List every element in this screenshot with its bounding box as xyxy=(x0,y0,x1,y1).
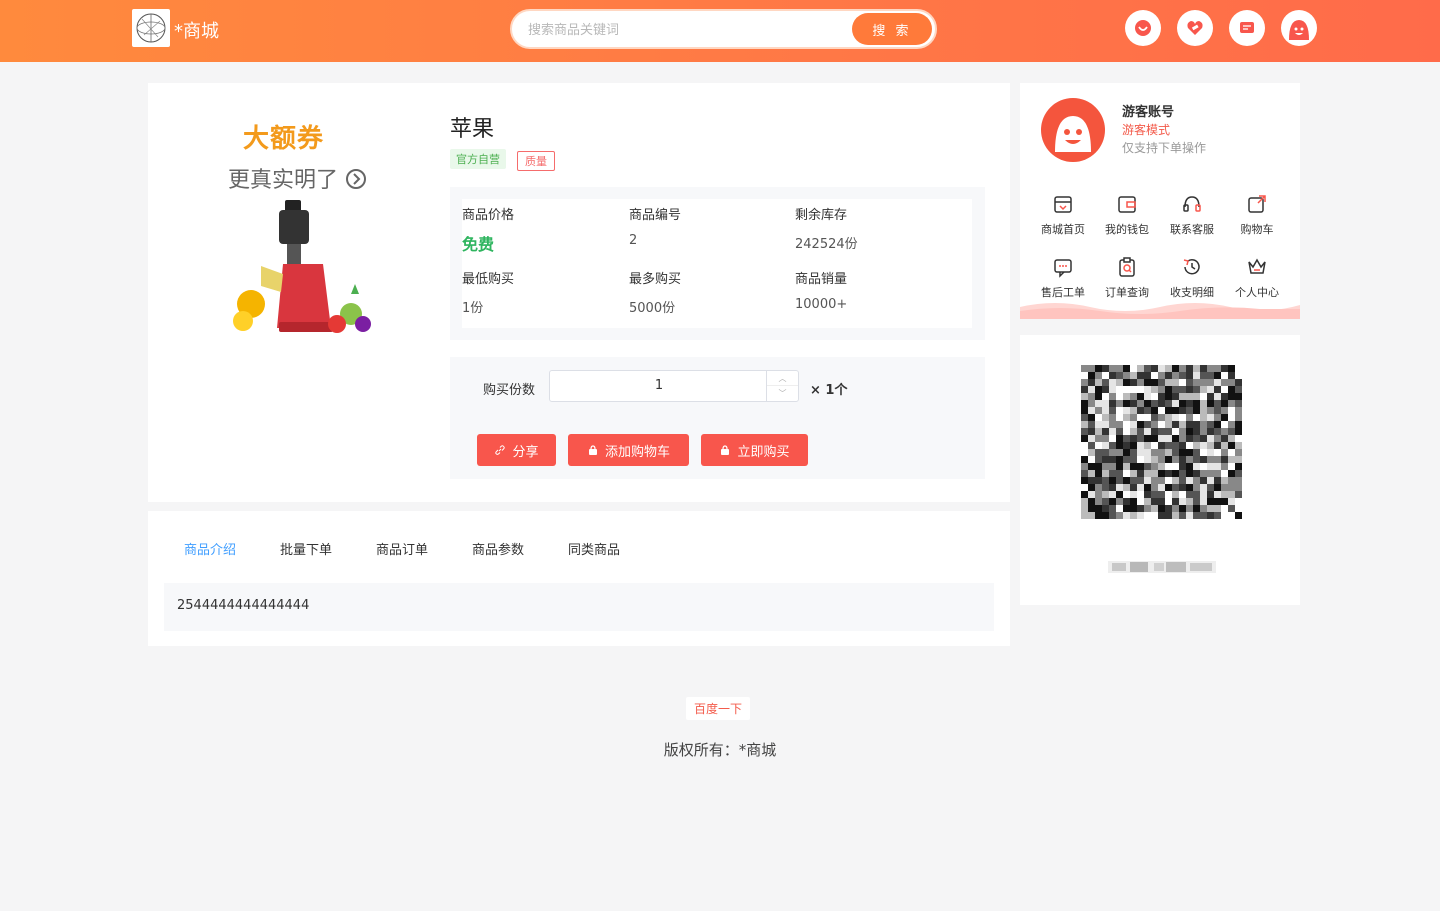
history-icon xyxy=(1183,259,1200,275)
tab-content-text: 2544444444444444 xyxy=(177,598,310,613)
user-avatar-icon[interactable] xyxy=(1281,10,1317,46)
search-bar: 搜 索 xyxy=(510,9,937,49)
menu-label: 收支明细 xyxy=(1170,286,1214,299)
quantity-value[interactable]: 1 xyxy=(550,378,768,393)
menu-support[interactable]: 联系客服 xyxy=(1160,193,1224,243)
quantity-controls: ︿ ﹀ xyxy=(766,371,798,401)
user-name: 游客账号 xyxy=(1122,105,1175,120)
quantity-label: 购买份数 xyxy=(483,383,536,398)
qr-code-image xyxy=(1081,365,1242,519)
user-mode: 游客模式 xyxy=(1122,123,1171,137)
avatar xyxy=(1041,98,1105,162)
guest-avatar-icon xyxy=(1055,116,1091,152)
menu-label: 商城首页 xyxy=(1041,223,1085,236)
wallet-icon xyxy=(1118,196,1136,213)
coupon-icon[interactable] xyxy=(1177,10,1213,46)
price-value: 免费 xyxy=(462,235,495,254)
link-icon xyxy=(495,445,506,455)
ad-title: 大额券 xyxy=(243,124,325,154)
crown-icon xyxy=(1248,258,1266,274)
menu-label: 个人中心 xyxy=(1235,286,1279,299)
user-card: 游客账号 游客模式 仅支持下单操作 商城首页 我的钱包 联系客服 购物车 售后工… xyxy=(1020,83,1300,319)
site-name[interactable]: *商城 xyxy=(174,17,219,43)
share-label: 分享 xyxy=(512,444,539,460)
order-search-icon xyxy=(1119,257,1135,277)
tab-orders[interactable]: 商品订单 xyxy=(376,539,428,558)
add-to-cart-label: 添加购物车 xyxy=(604,444,670,460)
increase-button[interactable]: ︿ xyxy=(767,371,798,386)
store-icon xyxy=(1054,196,1072,213)
id-label: 商品编号 xyxy=(629,208,682,223)
product-tabs: 商品介绍 批量下单 商品订单 商品参数 同类商品 254444444444444… xyxy=(148,511,1010,646)
tab-similar[interactable]: 同类商品 xyxy=(568,539,620,558)
menu-label: 购物车 xyxy=(1240,223,1274,236)
cart-icon xyxy=(1248,195,1266,213)
product-info: 商品价格 免费 商品编号 2 剩余库存 242524份 最低购买 1份 最多购买… xyxy=(450,187,985,340)
max-purchase-value: 5000份 xyxy=(629,301,676,316)
user-note: 仅支持下单操作 xyxy=(1122,141,1207,155)
search-button[interactable]: 搜 索 xyxy=(852,13,932,45)
sales-value: 10000+ xyxy=(795,297,848,312)
bag-icon xyxy=(588,445,597,455)
chevron-down-icon: ﹀ xyxy=(778,389,787,398)
qr-card xyxy=(1020,335,1300,605)
bag-icon xyxy=(721,445,730,455)
official-tag: 官方自营 xyxy=(450,149,506,169)
message-icon[interactable] xyxy=(1229,10,1265,46)
decrease-button[interactable]: ﹀ xyxy=(767,386,798,401)
price-label: 商品价格 xyxy=(462,208,515,223)
blurred-text-image xyxy=(1108,561,1216,573)
top-header: *商城 搜 索 xyxy=(0,0,1440,62)
product-card: 大额券 更真实明了 苹果 官方自营 质量 商品价格 免费 商品编号 2 剩余库存… xyxy=(148,83,1010,502)
purchase-panel: 购买份数 1 ︿ ﹀ × 1个 分享 添加购物车 立即购买 xyxy=(450,357,985,479)
add-to-cart-button[interactable]: 添加购物车 xyxy=(568,434,689,466)
stock-value: 242524份 xyxy=(795,237,858,252)
ad-subtitle: 更真实明了 xyxy=(228,162,367,194)
footer-link[interactable]: 百度一下 xyxy=(686,697,751,720)
smile-icon[interactable] xyxy=(1125,10,1161,46)
product-name: 苹果 xyxy=(450,117,495,142)
product-info-table: 商品价格 免费 商品编号 2 剩余库存 242524份 最低购买 1份 最多购买… xyxy=(462,199,972,328)
logo-icon xyxy=(136,13,166,43)
id-value: 2 xyxy=(629,233,638,248)
decorative-wave xyxy=(1020,303,1300,319)
tab-batch-order[interactable]: 批量下单 xyxy=(280,539,332,558)
tab-params[interactable]: 商品参数 xyxy=(472,539,524,558)
buy-now-label: 立即购买 xyxy=(737,444,790,460)
sales-label: 商品销量 xyxy=(795,272,848,287)
max-purchase-label: 最多购买 xyxy=(629,272,682,287)
min-purchase-value: 1份 xyxy=(462,301,484,316)
chat-icon xyxy=(1054,259,1072,278)
ad-subtitle-text: 更真实明了 xyxy=(228,168,339,193)
menu-store-home[interactable]: 商城首页 xyxy=(1031,193,1095,243)
quantity-unit: × 1个 xyxy=(810,383,848,398)
chevron-up-icon: ︿ xyxy=(778,373,787,383)
menu-label: 联系客服 xyxy=(1170,223,1214,236)
copyright-text: 版权所有：*商城 xyxy=(663,741,777,759)
quantity-stepper[interactable]: 1 ︿ ﹀ xyxy=(549,370,799,402)
share-button[interactable]: 分享 xyxy=(477,434,556,466)
quality-tag: 质量 xyxy=(517,151,555,171)
product-image: 大额券 更真实明了 xyxy=(223,118,383,348)
site-logo[interactable] xyxy=(132,9,170,47)
menu-label: 订单查询 xyxy=(1105,286,1149,299)
juicer-image xyxy=(233,200,371,333)
search-input[interactable] xyxy=(528,19,848,41)
menu-label: 我的钱包 xyxy=(1105,223,1149,236)
tab-content: 2544444444444444 xyxy=(164,583,994,631)
min-purchase-label: 最低购买 xyxy=(462,272,515,287)
menu-cart[interactable]: 购物车 xyxy=(1225,193,1289,243)
menu-label: 售后工单 xyxy=(1041,286,1085,299)
tab-intro[interactable]: 商品介绍 xyxy=(184,539,236,558)
buy-now-button[interactable]: 立即购买 xyxy=(701,434,808,466)
play-icon xyxy=(346,169,367,189)
stock-label: 剩余库存 xyxy=(795,208,848,223)
menu-wallet[interactable]: 我的钱包 xyxy=(1095,193,1159,243)
headset-icon xyxy=(1183,196,1201,212)
